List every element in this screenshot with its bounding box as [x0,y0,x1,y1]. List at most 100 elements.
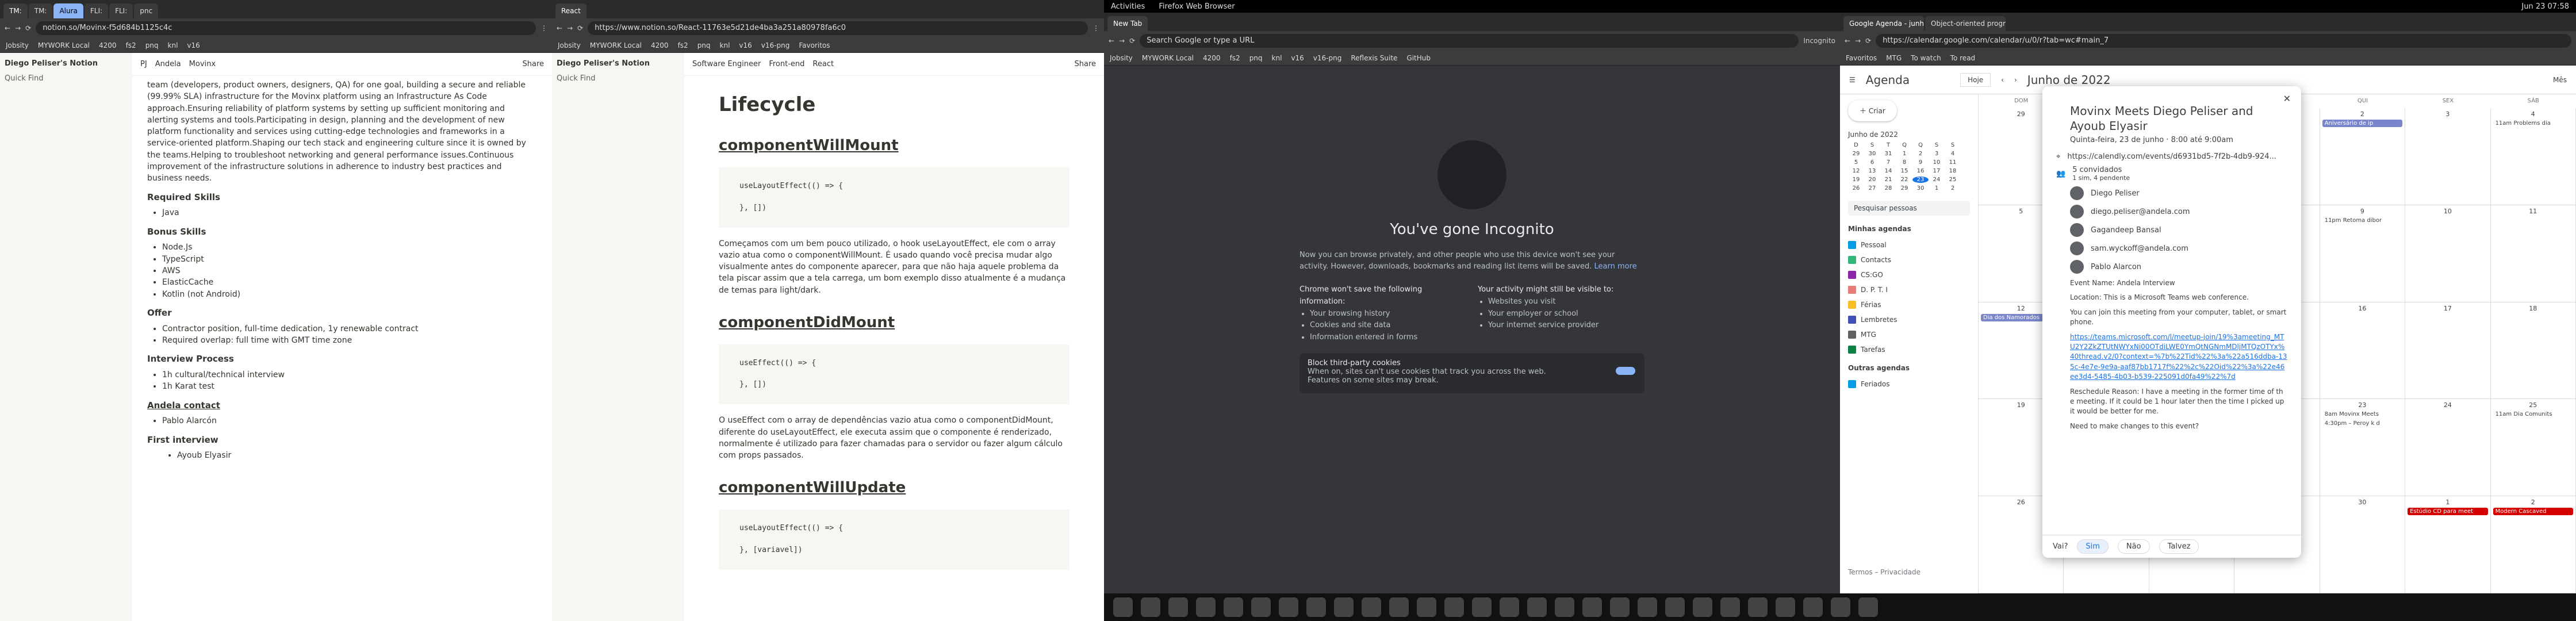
bookmark-item[interactable]: knl [720,41,730,49]
app-icon[interactable] [1196,597,1216,617]
calendar-item[interactable]: Férias [1848,297,1970,312]
day-cell[interactable]: 3 [2405,108,2491,205]
rsvp-button[interactable]: Talvez [2159,539,2199,554]
app-icon[interactable] [1168,597,1188,617]
bookmark-item[interactable]: pnq [145,41,159,49]
calendar-event[interactable]: 11pm Retoma dibor [2322,216,2403,224]
breadcrumb-item[interactable]: Software Engineer [692,60,761,68]
browser-tab[interactable]: TM: [28,3,53,18]
app-icon[interactable] [1610,597,1630,617]
day-cell[interactable]: 9 11pm Retoma dibor [2320,205,2406,302]
calendar-item[interactable]: Pessoal [1848,237,1970,252]
forward-icon[interactable]: → [1855,37,1861,45]
view-select[interactable]: Mês [2553,76,2567,84]
browser-tab[interactable]: FLI: [109,3,133,18]
menu-icon[interactable]: ⋮ [540,24,547,32]
day-cell[interactable]: 30 [2320,496,2406,593]
day-cell[interactable]: 17 [2405,302,2491,400]
bookmark-item[interactable]: Jobsity [6,41,29,49]
mini-day[interactable]: 13 [1864,168,1880,174]
bookmark-item[interactable]: pnq [1249,54,1263,62]
mini-day[interactable]: 24 [1929,177,1945,183]
app-icon[interactable] [1693,597,1712,617]
activities-button[interactable]: Activities [1111,2,1145,11]
app-icon[interactable] [1417,597,1436,617]
mini-day[interactable]: 23 [1912,177,1929,183]
bookmark-item[interactable]: v16-png [1313,54,1342,62]
checkbox-icon[interactable] [1848,380,1856,388]
people-search[interactable]: Pesquisar pessoas [1848,201,1970,216]
menu-icon[interactable]: ⋮ [1092,24,1099,32]
calendar-item[interactable]: Tarefas [1848,342,1970,357]
sidebar-item[interactable]: Quick Find [557,71,680,86]
rsvp-button[interactable]: Sim [2077,539,2109,554]
calendar-item[interactable]: D. P. T. I [1848,282,1970,297]
bookmark-item[interactable]: knl [168,41,178,49]
app-icon[interactable] [1803,597,1823,617]
app-icon[interactable] [1444,597,1464,617]
bookmark-item[interactable]: 4200 [651,41,669,49]
share-button[interactable]: Share [522,60,544,68]
calendar-event[interactable]: Estúdio CD para meet [2408,508,2488,516]
app-icon[interactable] [1334,597,1354,617]
mini-day[interactable]: 4 [1945,151,1961,157]
breadcrumb-item[interactable]: Andela [155,60,181,68]
app-icon[interactable] [1306,597,1326,617]
bookmark-item[interactable]: MYWORK Local [1142,54,1194,62]
mini-day[interactable]: 10 [1929,159,1945,166]
mini-day[interactable]: 27 [1864,185,1880,191]
day-cell[interactable]: 4 11am Problems dia [2490,108,2576,205]
app-icon[interactable] [1472,597,1492,617]
search-input[interactable]: Search Google or type a URL [1140,34,1799,48]
reload-icon[interactable]: ⟳ [25,24,31,32]
browser-tab[interactable]: TM: [3,3,28,18]
reload-icon[interactable]: ⟳ [1865,37,1871,45]
app-icon[interactable] [1776,597,1795,617]
description-line[interactable]: https://teams.microsoft.com/l/meetup-joi… [2070,332,2287,382]
browser-tab[interactable]: Object-oriented progra [1925,16,2006,31]
browser-tab[interactable]: FLI: [84,3,109,18]
learn-more-link[interactable]: Learn more [1594,262,1637,271]
rsvp-button[interactable]: Não [2117,539,2150,554]
back-icon[interactable]: ← [5,24,10,32]
app-icon[interactable] [1831,597,1850,617]
mini-day[interactable]: 30 [1864,151,1880,157]
checkbox-icon[interactable] [1848,256,1856,264]
day-cell[interactable]: 1 Estúdio CD para meet [2405,496,2491,593]
mini-day[interactable]: 22 [1896,177,1912,183]
sidebar-item[interactable]: Quick Find [5,71,128,86]
breadcrumb-item[interactable]: React [812,60,834,68]
bookmark-item[interactable]: 4200 [1203,54,1221,62]
bookmark-item[interactable]: Favoritos [799,41,830,49]
bookmark-item[interactable]: MYWORK Local [38,41,90,49]
day-cell[interactable]: 16 [2320,302,2406,400]
back-icon[interactable]: ← [557,24,562,32]
checkbox-icon[interactable] [1848,241,1856,249]
checkbox-icon[interactable] [1848,286,1856,294]
checkbox-icon[interactable] [1848,301,1856,309]
mini-day[interactable]: 5 [1848,159,1864,166]
mini-day[interactable]: 17 [1929,168,1945,174]
breadcrumb-item[interactable]: Front-end [769,60,804,68]
mini-day[interactable]: 31 [1880,151,1896,157]
forward-icon[interactable]: → [1119,37,1125,45]
back-icon[interactable]: ← [1109,37,1114,45]
mini-day[interactable]: 12 [1848,168,1864,174]
calendar-item[interactable]: Contacts [1848,252,1970,267]
mini-day[interactable]: 11 [1945,159,1961,166]
bookmark-item[interactable]: v16 [739,41,752,49]
app-icon[interactable] [1279,597,1298,617]
checkbox-icon[interactable] [1848,271,1856,279]
incognito-label[interactable]: Incognito [1803,37,1835,45]
mini-day[interactable]: 14 [1880,168,1896,174]
calendar-item[interactable]: Feriados [1848,377,1970,392]
my-calendars-heading[interactable]: Minhas agendas [1848,225,1970,233]
forward-icon[interactable]: → [15,24,21,32]
bookmark-item[interactable]: fs2 [126,41,136,49]
app-icon[interactable] [1500,597,1519,617]
bookmark-item[interactable]: fs2 [678,41,688,49]
reload-icon[interactable]: ⟳ [1129,37,1135,45]
bookmark-item[interactable]: v16 [187,41,200,49]
day-cell[interactable]: 2 Aniversário de ip [2320,108,2406,205]
mini-day[interactable]: 21 [1880,177,1896,183]
